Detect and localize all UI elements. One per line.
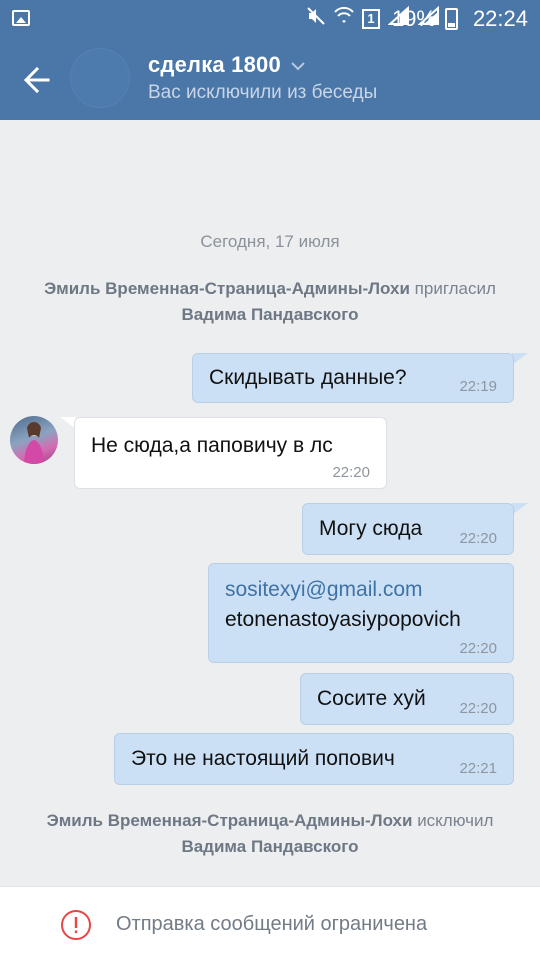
sim-icon: 1 <box>362 9 380 29</box>
warning-icon <box>61 910 91 940</box>
message-bubble[interactable]: Это не настоящий попович 22:21 <box>114 733 514 785</box>
message-time: 22:21 <box>459 760 497 777</box>
mute-icon <box>306 6 326 33</box>
bubble-tail <box>512 353 528 365</box>
avatar-photo <box>24 422 44 464</box>
message-text: Могу сюда <box>319 517 423 540</box>
message-text: Скидывать данные? <box>209 366 407 389</box>
chevron-down-icon <box>291 62 305 71</box>
message-text: Это не настоящий попович <box>131 747 395 770</box>
message-time: 22:20 <box>459 640 497 657</box>
message-bubble[interactable]: Сосите хуй 22:20 <box>300 673 514 725</box>
message-time: 22:19 <box>459 378 497 395</box>
chat-title: сделка 1800 <box>148 52 281 77</box>
message-bubble[interactable]: Не сюда,а паповичу в лс 22:20 <box>74 417 387 489</box>
chat-title-dropdown[interactable]: сделка 1800 <box>148 52 305 78</box>
service-message-invite: Эмиль Временная-Страница-Админы-Лохи при… <box>0 276 540 328</box>
service-action: исключил <box>417 811 494 830</box>
service-message-kick: Эмиль Временная-Страница-Админы-Лохи иск… <box>0 808 540 860</box>
battery-icon <box>445 8 458 30</box>
sender-avatar[interactable] <box>10 416 58 464</box>
message-bubble[interactable]: Могу сюда 22:20 <box>302 503 514 555</box>
arrow-left-icon <box>23 66 50 94</box>
wifi-icon <box>334 6 354 32</box>
message-list[interactable]: Сегодня, 17 июля Эмиль Временная-Страниц… <box>0 120 540 886</box>
restriction-text: Отправка сообщений ограничена <box>116 913 428 935</box>
message-time: 22:20 <box>332 464 370 481</box>
restricted-footer: Отправка сообщений ограничена <box>0 886 540 960</box>
email-link[interactable]: sositexyi@gmail.com <box>225 578 423 602</box>
service-target[interactable]: Вадима Пандавского <box>181 305 358 324</box>
service-actor[interactable]: Эмиль Временная-Страница-Админы-Лохи <box>47 811 413 830</box>
message-text: Не сюда,а паповичу в лс <box>91 434 333 457</box>
message-bubble[interactable]: sositexyi@gmail.com etonenastoyasiypopov… <box>208 563 514 663</box>
message-time: 22:20 <box>459 530 497 547</box>
chat-subtitle: Вас исключили из беседы <box>148 82 378 103</box>
battery-percent: 19% <box>391 6 436 31</box>
message-time: 22:20 <box>459 700 497 717</box>
chat-header: сделка 1800 Вас исключили из беседы <box>0 38 540 120</box>
chat-avatar[interactable] <box>70 48 130 108</box>
gallery-notification-icon <box>12 10 30 26</box>
service-actor[interactable]: Эмиль Временная-Страница-Админы-Лохи <box>44 279 410 298</box>
message-text: Сосите хуй <box>317 687 426 710</box>
back-button[interactable] <box>18 60 58 100</box>
service-target[interactable]: Вадима Пандавского <box>181 837 358 856</box>
message-text: etonenastoyasiypopovich <box>225 608 461 631</box>
bubble-tail <box>512 503 528 515</box>
message-bubble[interactable]: Скидывать данные? 22:19 <box>192 353 514 403</box>
clock: 22:24 <box>472 6 528 31</box>
date-separator: Сегодня, 17 июля <box>200 232 340 251</box>
status-bar: 1 19% 22:24 <box>0 0 540 38</box>
service-action: пригласил <box>414 279 496 298</box>
